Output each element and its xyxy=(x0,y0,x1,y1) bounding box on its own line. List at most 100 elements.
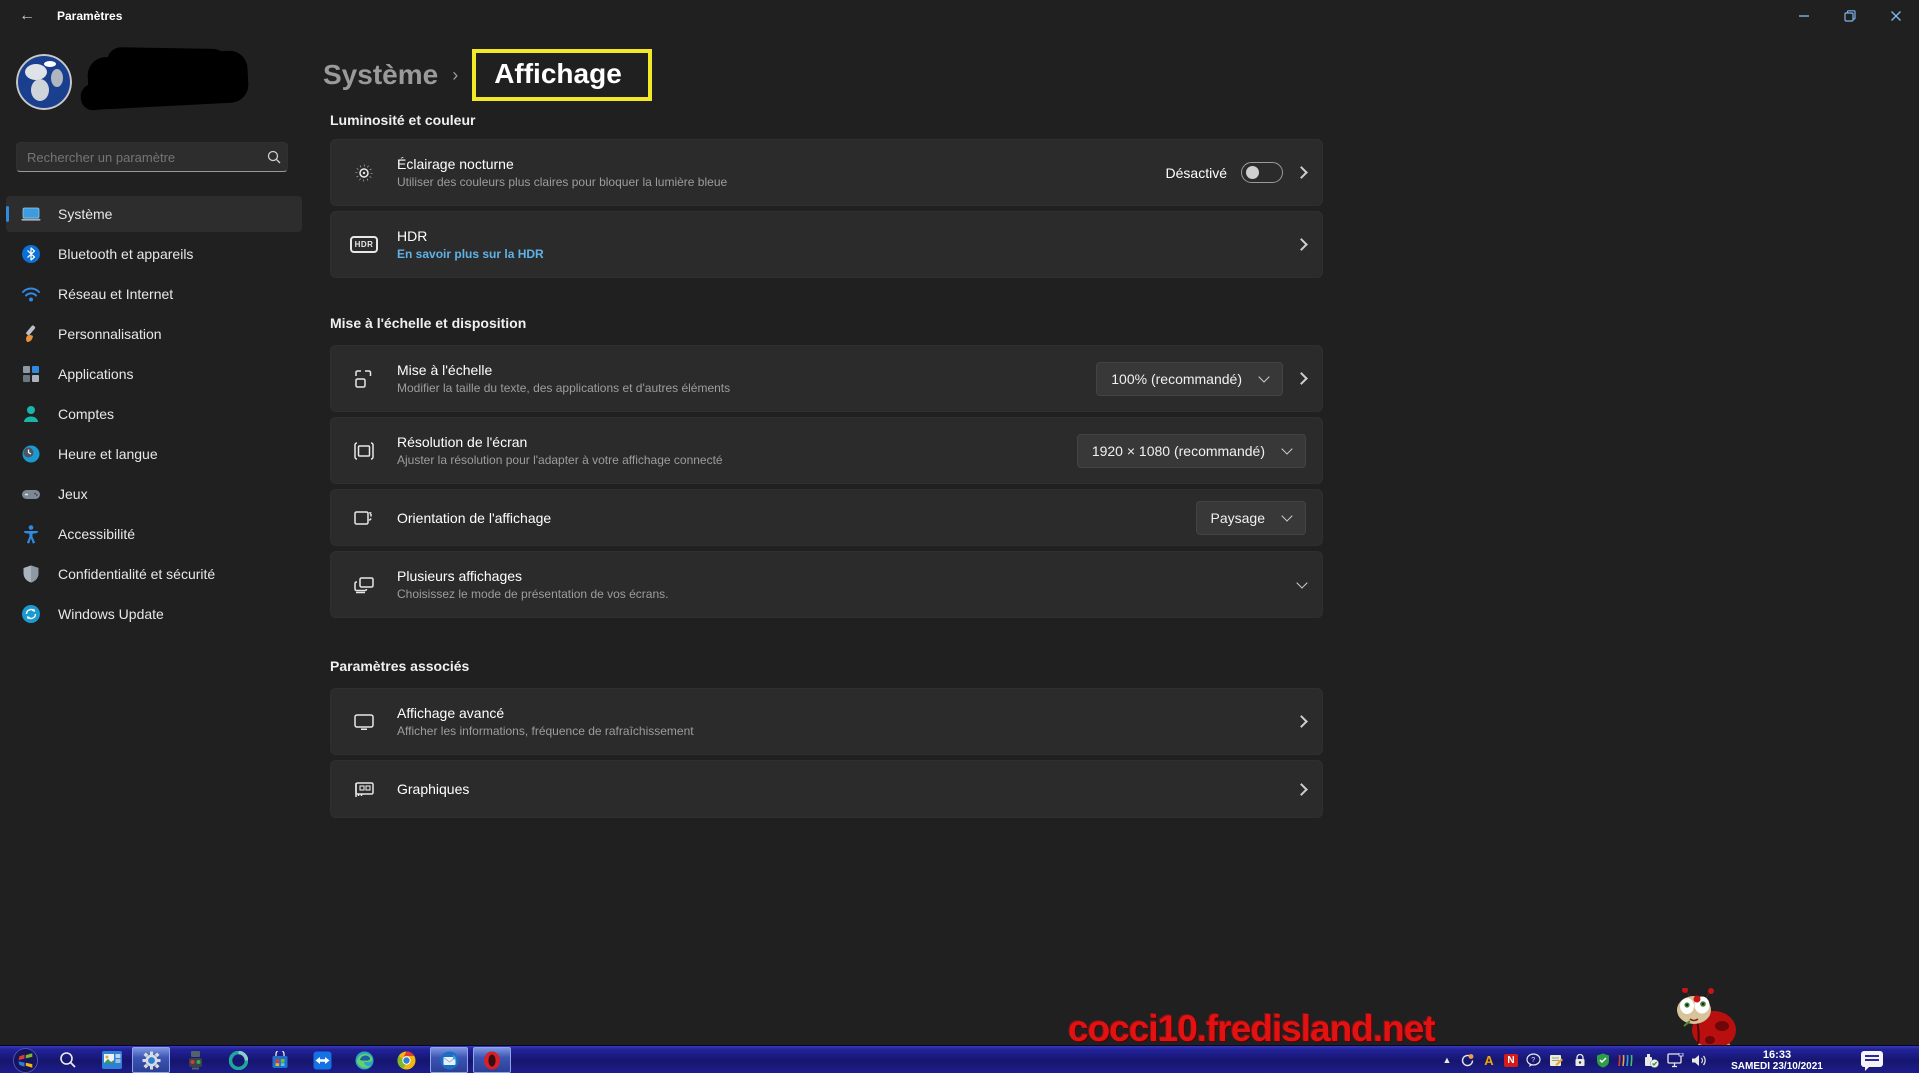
close-button[interactable] xyxy=(1873,0,1919,32)
sidebar-nav: Système Bluetooth et appareils Réseau et… xyxy=(6,196,302,636)
tray-antivirus-a-icon[interactable]: A xyxy=(1480,1051,1498,1069)
taskbar-microsoft-store[interactable] xyxy=(261,1047,299,1073)
sidebar-item-label: Comptes xyxy=(58,406,115,422)
sidebar-item-comptes[interactable]: Comptes xyxy=(6,396,302,432)
breadcrumb-separator: › xyxy=(452,64,459,85)
photo-app-icon xyxy=(102,1051,122,1069)
start-button[interactable] xyxy=(6,1047,44,1073)
chevron-right-icon xyxy=(1295,782,1308,796)
tray-signal-waves-icon[interactable] xyxy=(1616,1051,1634,1069)
accounts-icon xyxy=(20,403,42,425)
sidebar-item-personnalisation[interactable]: Personnalisation xyxy=(6,316,302,352)
tray-usb-eject-icon[interactable] xyxy=(1642,1051,1660,1069)
breadcrumb-parent[interactable]: Système xyxy=(323,59,438,91)
row-hdr[interactable]: HDR HDR En savoir plus sur la HDR xyxy=(330,211,1323,278)
minimize-button[interactable] xyxy=(1781,0,1827,32)
chevron-down-icon xyxy=(1281,442,1293,455)
taskbar-media-robot-app[interactable] xyxy=(176,1047,214,1073)
windows-update-icon xyxy=(20,603,42,625)
sidebar-item-jeux[interactable]: Jeux xyxy=(6,476,302,512)
media-robot-icon xyxy=(188,1050,202,1069)
sidebar-item-label: Windows Update xyxy=(58,606,164,622)
hdr-icon: HDR xyxy=(349,230,379,260)
resolution-dropdown[interactable]: 1920 × 1080 (recommandé) xyxy=(1076,433,1306,468)
row-subtitle: Modifier la taille du texte, des applica… xyxy=(397,381,731,395)
chevron-right-icon xyxy=(1295,238,1308,251)
notification-center-icon[interactable] xyxy=(1861,1051,1883,1071)
titlebar: ← Paramètres xyxy=(0,0,1919,32)
sidebar-item-bluetooth[interactable]: Bluetooth et appareils xyxy=(6,236,302,272)
settings-gear-icon xyxy=(142,1051,160,1069)
row-title: HDR xyxy=(397,228,428,244)
row-orientation[interactable]: Orientation de l'affichage Paysage xyxy=(330,489,1323,546)
tray-volume-icon[interactable] xyxy=(1690,1051,1708,1069)
graphics-icon xyxy=(349,774,379,804)
night-light-icon xyxy=(349,158,379,188)
personalization-icon xyxy=(20,323,42,345)
hdr-learn-more-link[interactable]: En savoir plus sur la HDR xyxy=(397,247,1297,261)
scale-dropdown[interactable]: 100% (recommandé) xyxy=(1096,361,1283,396)
privacy-icon xyxy=(20,563,42,585)
tray-notes-icon[interactable] xyxy=(1547,1051,1565,1069)
bluetooth-icon xyxy=(20,243,42,265)
sidebar-item-applications[interactable]: Applications xyxy=(6,356,302,392)
back-button[interactable]: ← xyxy=(12,4,42,28)
row-graphiques[interactable]: Graphiques xyxy=(330,760,1323,818)
microsoft-store-icon xyxy=(272,1051,288,1068)
taskbar-search-button[interactable] xyxy=(49,1047,87,1073)
row-plusieurs-affichages[interactable]: Plusieurs affichages Choisissez le mode … xyxy=(330,551,1323,618)
taskbar-thunderbird[interactable] xyxy=(430,1047,468,1073)
sidebar-item-reseau[interactable]: Réseau et Internet xyxy=(6,276,302,312)
sidebar-item-label: Personnalisation xyxy=(58,326,162,342)
search-input[interactable] xyxy=(17,149,261,165)
restore-button[interactable] xyxy=(1827,0,1873,32)
tray-norton-n-icon[interactable]: N xyxy=(1502,1051,1520,1069)
chevron-right-icon xyxy=(1295,715,1308,728)
sidebar-item-label: Réseau et Internet xyxy=(58,286,174,302)
taskbar-ring-app[interactable] xyxy=(219,1047,257,1073)
row-resolution[interactable]: Résolution de l'écran Ajuster la résolut… xyxy=(330,417,1323,484)
resolution-icon xyxy=(349,436,379,466)
taskbar-photo-app[interactable] xyxy=(93,1047,131,1073)
chrome-icon xyxy=(396,1051,415,1069)
time-language-icon xyxy=(20,443,42,465)
night-light-toggle[interactable] xyxy=(1241,162,1283,183)
gaming-icon xyxy=(20,483,42,505)
taskbar-teamviewer[interactable] xyxy=(303,1047,341,1073)
taskbar-settings-app[interactable] xyxy=(132,1047,170,1073)
taskbar: ▲ A N ? 16:33 SAMEDI 23/10/2021 xyxy=(0,1045,1919,1073)
tray-display-monitor-icon[interactable] xyxy=(1666,1051,1684,1069)
taskbar-edge[interactable] xyxy=(345,1047,383,1073)
row-affichage-avance[interactable]: Affichage avancé Afficher les informatio… xyxy=(330,688,1323,755)
taskbar-opera[interactable] xyxy=(473,1047,511,1073)
search-box[interactable] xyxy=(16,142,288,172)
minimize-icon xyxy=(1799,15,1809,17)
row-title: Affichage avancé xyxy=(397,705,505,721)
sidebar-item-windows-update[interactable]: Windows Update xyxy=(6,596,302,632)
taskbar-chrome[interactable] xyxy=(387,1047,425,1073)
taskbar-clock[interactable]: 16:33 SAMEDI 23/10/2021 xyxy=(1707,1047,1847,1073)
row-title: Éclairage nocturne xyxy=(397,156,514,172)
restore-icon xyxy=(1844,10,1856,22)
tray-help-balloon-icon[interactable]: ? xyxy=(1524,1051,1542,1069)
orientation-dropdown[interactable]: Paysage xyxy=(1195,500,1306,535)
row-eclairage-nocturne[interactable]: Éclairage nocturne Utiliser des couleurs… xyxy=(330,139,1323,206)
tray-hotspot-lock-icon[interactable] xyxy=(1571,1051,1589,1069)
sidebar-item-confidentialite[interactable]: Confidentialité et sécurité xyxy=(6,556,302,592)
profile-area[interactable] xyxy=(16,49,296,112)
sidebar-item-systeme[interactable]: Système xyxy=(6,196,302,232)
watermark-text: cocci10.fredisland.net xyxy=(1068,1008,1436,1049)
annotation-highlight-box: Affichage xyxy=(472,49,652,101)
teamviewer-icon xyxy=(313,1051,331,1069)
tray-sync-icon[interactable] xyxy=(1458,1051,1476,1069)
sidebar-item-heure-langue[interactable]: Heure et langue xyxy=(6,436,302,472)
tray-security-shield-icon[interactable] xyxy=(1594,1051,1612,1069)
chevron-down-icon xyxy=(1281,509,1293,522)
orientation-icon xyxy=(349,503,379,533)
row-subtitle: Afficher les informations, fréquence de … xyxy=(397,724,694,738)
ring-app-icon xyxy=(228,1050,248,1070)
tray-show-hidden-icon[interactable]: ▲ xyxy=(1438,1051,1456,1069)
row-mise-a-echelle[interactable]: Mise à l'échelle Modifier la taille du t… xyxy=(330,345,1323,412)
sidebar-item-accessibilite[interactable]: Accessibilité xyxy=(6,516,302,552)
section-title-luminosite: Luminosité et couleur xyxy=(330,112,476,128)
